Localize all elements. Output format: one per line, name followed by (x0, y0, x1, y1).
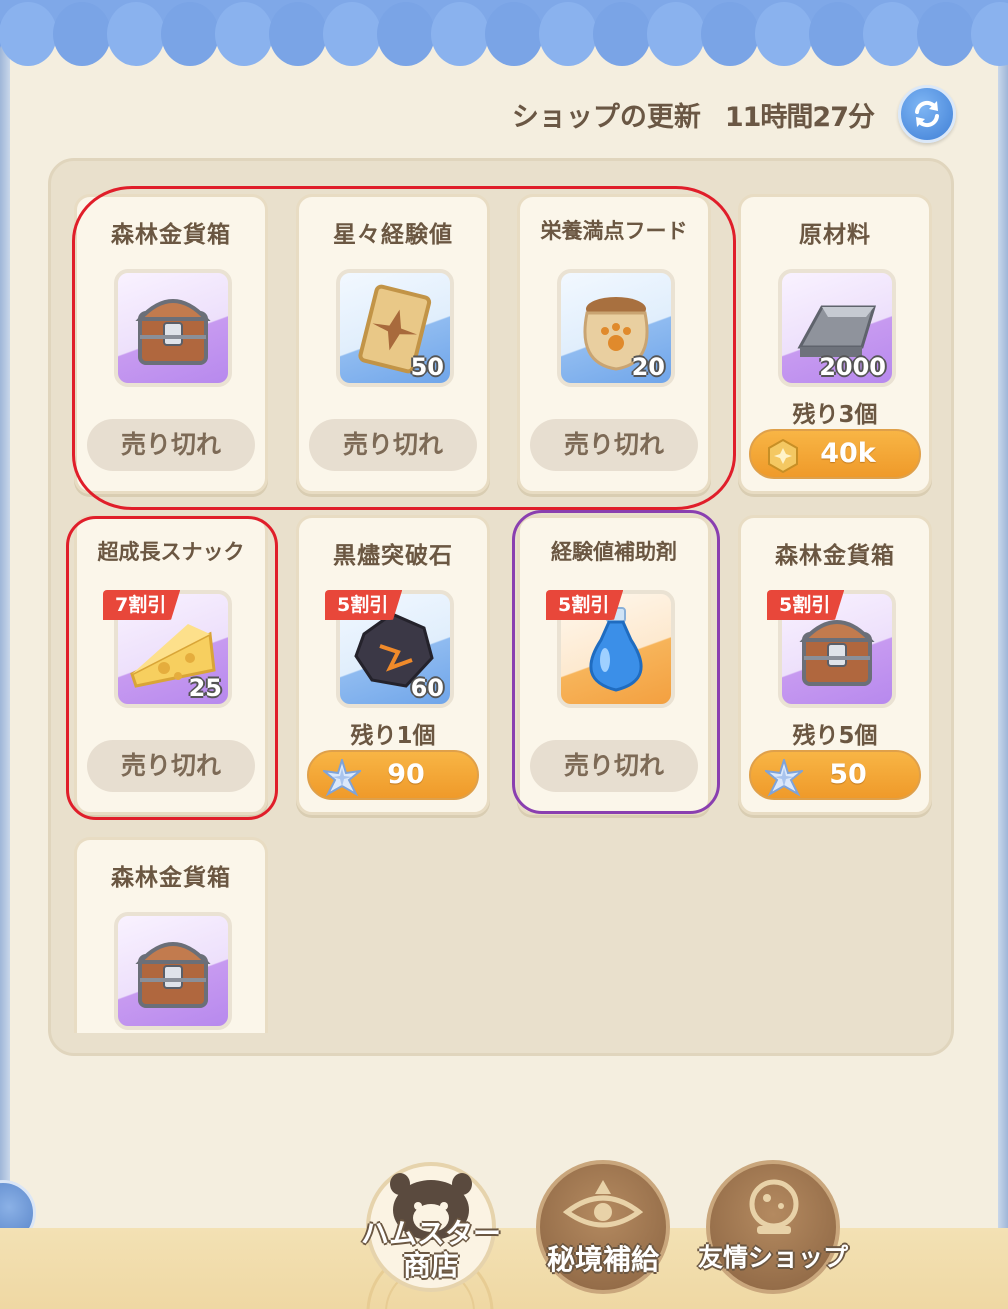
awning-scallop (863, 2, 921, 66)
item-quantity: 50 (410, 353, 444, 381)
awning-scallop (755, 2, 813, 66)
awning-scallop (377, 2, 435, 66)
discount-badge: 5割引 (546, 590, 624, 620)
stock-remaining: 残り3個 (792, 402, 878, 428)
eye-emblem-icon (563, 1180, 643, 1228)
refresh-timer: 11時間27分 (724, 101, 875, 133)
shop-item-card[interactable]: 原材料 2000 残り3個 40k (738, 194, 932, 494)
awning-scallop (107, 2, 165, 66)
price-value: 90 (387, 759, 425, 790)
item-quantity: 2000 (819, 353, 886, 381)
sold-out-button: 売り切れ (530, 419, 698, 471)
item-quantity: 60 (410, 674, 444, 702)
frame-right-rail (998, 0, 1008, 1309)
sold-out-button: 売り切れ (530, 740, 698, 792)
item-name: 栄養満点フード (540, 219, 688, 243)
item-icon-frame: 20 (557, 269, 675, 387)
discount-badge: 7割引 (103, 590, 181, 620)
item-icon-frame (114, 269, 232, 387)
shop-item-card[interactable]: 森林金貨箱 5割引残り5個 50 (738, 515, 932, 815)
sold-out-button: 売り切れ (87, 419, 255, 471)
sold-out-button: 売り切れ (87, 740, 255, 792)
item-name: 森林金貨箱 (111, 865, 231, 891)
shop-item-card[interactable]: 森林金貨箱 売り切れ (74, 194, 268, 494)
stock-remaining: 残り5個 (792, 723, 878, 749)
item-name: 黒燼突破石 (333, 543, 453, 569)
awning-scallop (593, 2, 651, 66)
crystal-ball-icon (749, 1179, 799, 1234)
shop-item-card[interactable]: 栄養満点フード 20 売り切れ (517, 194, 711, 494)
awning-scallop (485, 2, 543, 66)
shop-awning (0, 0, 1008, 66)
awning-scallop (0, 2, 57, 66)
refresh-button[interactable] (898, 85, 956, 143)
price-value: 50 (829, 759, 867, 790)
item-icon-frame: 50 (336, 269, 454, 387)
shop-item-card[interactable]: 黒燼突破石 60 5割引残り1個 90 (296, 515, 490, 815)
item-name: 森林金貨箱 (775, 543, 895, 569)
item-name: 超成長スナック (97, 540, 245, 564)
awning-scallop (647, 2, 705, 66)
awning-scallop (431, 2, 489, 66)
item-quantity: 20 (631, 353, 665, 381)
shop-item-card[interactable]: 森林金貨箱 (74, 837, 268, 1033)
nav-secret-supply-label: 秘境補給 (546, 1243, 659, 1276)
awning-scallop (701, 2, 759, 66)
awning-scallop (323, 2, 381, 66)
awning-scallop (215, 2, 273, 66)
discount-badge: 5割引 (325, 590, 403, 620)
buy-button[interactable]: 90 (307, 750, 479, 800)
discount-badge: 5割引 (767, 590, 845, 620)
awning-scallop (269, 2, 327, 66)
treasure-chest-icon (135, 299, 211, 365)
nav-friendship-shop-label: 友情ショップ (697, 1243, 848, 1272)
sold-out-button: 売り切れ (309, 419, 477, 471)
item-name: 原材料 (799, 222, 871, 248)
buy-button[interactable]: 40k (749, 429, 921, 479)
item-name: 森林金貨箱 (111, 222, 231, 248)
refresh-label: ショップの更新 (511, 101, 701, 133)
treasure-chest-icon (135, 942, 211, 1008)
shop-refresh-row: ショップの更新 11時間27分 (512, 84, 956, 144)
awning-scallop (53, 2, 111, 66)
refresh-icon (915, 100, 939, 128)
item-icon-frame: 2000 (778, 269, 896, 387)
price-value: 40k (820, 438, 876, 469)
stock-remaining: 残り1個 (350, 723, 436, 749)
nav-hamster-shop-label-line1: ハムスター (360, 1217, 501, 1250)
shop-item-card[interactable]: 星々経験値 50 売り切れ (296, 194, 490, 494)
item-name: 星々経験値 (333, 222, 453, 248)
shop-item-card[interactable]: 超成長スナック 25 7割引売り切れ (74, 515, 268, 815)
awning-scallop (917, 2, 975, 66)
awning-scallop (809, 2, 867, 66)
item-quantity: 25 (188, 674, 222, 702)
item-icon-frame (114, 912, 232, 1030)
awning-scallop (161, 2, 219, 66)
nav-hamster-shop-label-line2: 商店 (402, 1249, 459, 1282)
item-name: 経験値補助剤 (551, 540, 677, 564)
nav-hamster-shop-label: ハムスター 商店 (348, 1218, 514, 1282)
shop-item-card[interactable]: 経験値補助剤 5割引売り切れ (517, 515, 711, 815)
frame-left-rail (0, 0, 10, 1309)
awning-scallop (539, 2, 597, 66)
buy-button[interactable]: 50 (749, 750, 921, 800)
